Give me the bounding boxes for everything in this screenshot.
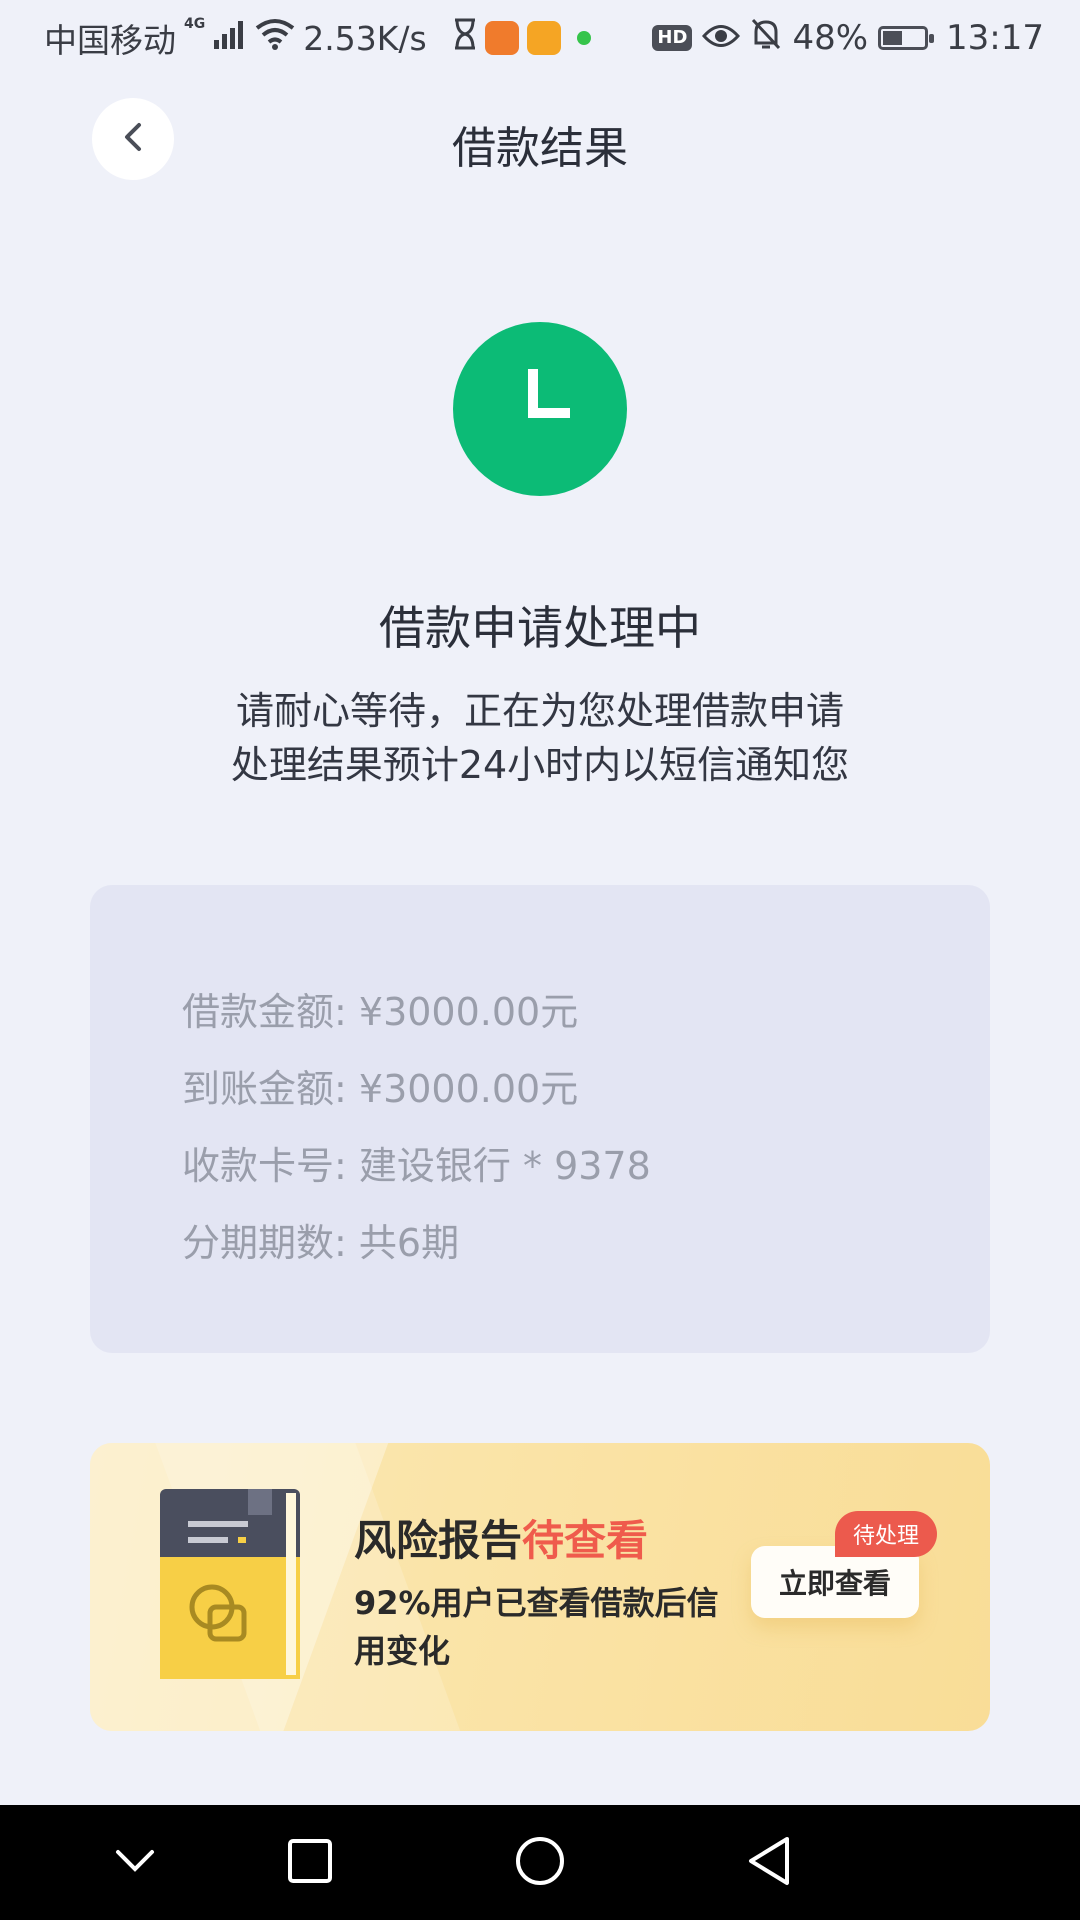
nav-collapse-button[interactable] (102, 1830, 168, 1896)
report-book-icon (160, 1489, 310, 1693)
banner-description: 92%用户已查看借款后信用变化 (354, 1584, 719, 1670)
nav-back-button[interactable] (736, 1830, 802, 1896)
status-description-line1: 请耐心等待，正在为您处理借款申请 (235, 689, 844, 733)
clock-label: 13:17 (946, 18, 1044, 58)
circle-home-icon (514, 1835, 566, 1891)
status-description: 请耐心等待，正在为您处理借款申请 处理结果预计24小时内以短信通知您 (0, 684, 1080, 792)
chevron-down-icon (115, 1849, 155, 1877)
nav-recent-button[interactable] (277, 1830, 343, 1896)
eye-icon (702, 18, 741, 58)
card-number-label: 收款卡号: (182, 1144, 347, 1188)
cup-app-icon (526, 21, 561, 55)
status-bar: 中国移动 4G 2.53K/s HD 48% 13:17 (0, 0, 1080, 76)
banner-title-highlight: 待查看 (522, 1516, 649, 1565)
wifi-icon (255, 18, 295, 58)
status-bar-left: 中国移动 4G 2.53K/s (44, 14, 591, 62)
risk-report-banner[interactable]: 风险报告待查看 92%用户已查看借款后信用变化 立即查看 待处理 (90, 1443, 990, 1731)
page-title: 借款结果 (452, 123, 628, 174)
received-amount-value: ¥3000.00元 (358, 1067, 579, 1111)
loan-amount-value: ¥3000.00元 (358, 990, 579, 1034)
uc-browser-app-icon (484, 21, 519, 55)
signal-icon (213, 19, 247, 58)
mute-bell-icon (750, 17, 782, 60)
hd-badge: HD (652, 25, 693, 51)
hourglass-icon (453, 18, 477, 58)
installments-label: 分期期数: (182, 1221, 347, 1265)
card-number-row: 收款卡号: 建设银行 * 9378 (182, 1135, 651, 1190)
square-recent-icon (287, 1838, 333, 1888)
loan-info-card: 借款金额: ¥3000.00元 到账金额: ¥3000.00元 收款卡号: 建设… (90, 885, 990, 1353)
network-type-label: 4G (184, 16, 206, 32)
card-number-value: 建设银行 * 9378 (358, 1144, 651, 1188)
network-speed-label: 2.53K/s (303, 18, 427, 58)
carrier-label: 中国移动 (44, 21, 176, 60)
banner-title-main: 风险报告 (354, 1516, 523, 1565)
loan-amount-row: 借款金额: ¥3000.00元 (182, 981, 578, 1036)
loan-amount-label: 借款金额: (182, 990, 347, 1034)
system-navigation-bar (0, 1805, 1080, 1920)
battery-percent-label: 48% (792, 18, 869, 58)
status-description-line2: 处理结果预计24小时内以短信通知您 (230, 743, 850, 787)
battery-icon (878, 26, 935, 50)
received-amount-row: 到账金额: ¥3000.00元 (182, 1058, 578, 1113)
pending-badge: 待处理 (835, 1511, 938, 1557)
triangle-back-icon (745, 1835, 793, 1891)
processing-status-icon (453, 322, 627, 496)
status-title: 借款申请处理中 (379, 601, 701, 655)
installments-value: 共6期 (358, 1221, 460, 1265)
dot-app-icon (576, 31, 591, 45)
banner-title: 风险报告待查看 (354, 1507, 648, 1568)
received-amount-label: 到账金额: (182, 1067, 347, 1111)
nav-home-button[interactable] (507, 1830, 573, 1896)
status-bar-right: HD 48% 13:17 (652, 14, 1044, 62)
installments-row: 分期期数: 共6期 (182, 1212, 459, 1267)
clock-hands-icon (528, 369, 570, 418)
